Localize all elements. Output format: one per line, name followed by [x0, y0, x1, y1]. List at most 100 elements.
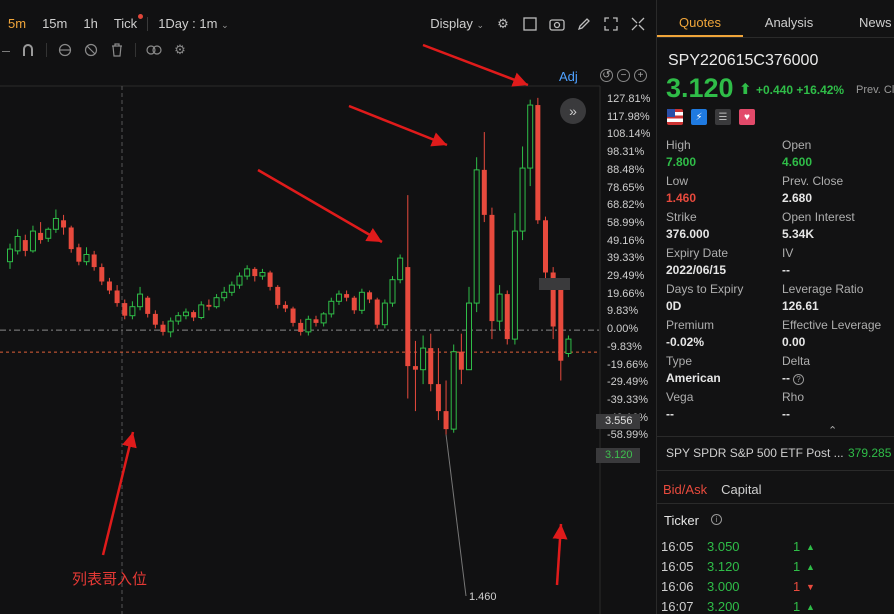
pencil-icon[interactable]: [576, 16, 592, 32]
candle-body: [511, 230, 518, 340]
line-tool-icon[interactable]: —: [2, 42, 10, 58]
field-label: Delta: [782, 354, 811, 368]
tab-news[interactable]: News: [835, 10, 894, 37]
interval-tick-label: Tick: [113, 16, 138, 31]
trash-icon[interactable]: [109, 42, 125, 58]
tab-bid-ask[interactable]: Bid/Ask: [663, 482, 707, 497]
interval-5m[interactable]: 5m: [0, 13, 34, 35]
magnet-icon[interactable]: [20, 42, 36, 58]
ticker-row: 16:06 3.000 1 ▼: [661, 579, 893, 599]
drawing-settings-icon[interactable]: ⚙: [172, 42, 188, 58]
candlestick-chart[interactable]: [0, 0, 656, 614]
heart-icon[interactable]: ♥: [739, 109, 755, 125]
field-value: -0.02%: [666, 335, 704, 349]
y-tick-label: 98.31%: [607, 146, 645, 159]
tick-qty: 1: [793, 539, 801, 554]
interval-1h[interactable]: 1h: [75, 13, 105, 35]
field-value: --: [782, 263, 790, 277]
tick-time: 16:06: [661, 579, 694, 594]
field-value-text: 1.460: [666, 191, 697, 205]
candle-body: [466, 302, 472, 371]
field-value-text: -0.02%: [666, 335, 705, 349]
candle-body: [7, 248, 13, 263]
display-menu-label: Display: [430, 16, 473, 31]
field-value: 0.00: [782, 335, 805, 349]
candle-body: [367, 292, 373, 300]
field-value: 4.600: [782, 155, 812, 169]
field-value-text: 7.800: [666, 155, 697, 169]
underlying-price: 379.285: [848, 446, 892, 460]
interval-15m[interactable]: 15m: [34, 13, 75, 35]
candle-body: [29, 230, 36, 252]
candle-body: [91, 254, 97, 268]
annotation-arrow: [257, 168, 383, 244]
zoom-controls: ↺ − +: [600, 69, 647, 82]
expand-icon[interactable]: [630, 16, 646, 32]
candle-body: [45, 228, 52, 239]
candle-body: [558, 285, 564, 361]
candle-body: [443, 411, 449, 430]
candle-body: [191, 312, 197, 318]
candle-body: [76, 247, 82, 262]
document-icon[interactable]: ☰: [715, 109, 731, 125]
candle-body: [244, 268, 251, 277]
field-value-text: --: [666, 407, 674, 421]
link-icon[interactable]: [146, 42, 162, 58]
field-value: 1.460: [666, 191, 696, 205]
candle-body: [565, 338, 572, 355]
candle-body: [351, 297, 357, 311]
reset-icon[interactable]: ↺: [600, 69, 613, 82]
field-label: Effective Leverage: [782, 318, 882, 332]
fullscreen-icon[interactable]: [603, 16, 619, 32]
field-value: 5.34K: [782, 227, 814, 241]
camera-icon[interactable]: [549, 16, 565, 32]
candle-body: [106, 281, 112, 291]
field-label: Premium: [666, 318, 715, 332]
toolbar-divider: [135, 43, 136, 57]
eye-icon[interactable]: [57, 42, 73, 58]
info-icon[interactable]: ?: [793, 374, 804, 385]
candle-body: [489, 214, 495, 322]
fast-forward-icon[interactable]: »: [560, 98, 586, 124]
crosshair-price-box: [539, 278, 570, 290]
candle-body: [412, 366, 418, 370]
divider: [657, 436, 894, 437]
settings-gear-icon[interactable]: ⚙: [495, 16, 511, 32]
adj-toggle[interactable]: Adj: [559, 69, 578, 84]
divider: [657, 503, 894, 504]
y-tick-label: 88.48%: [607, 163, 645, 176]
interval-tick[interactable]: Tick: [106, 13, 145, 35]
candle-body: [99, 267, 105, 282]
candle-body: [405, 267, 411, 367]
tab-quotes[interactable]: Quotes: [657, 10, 743, 37]
range-select[interactable]: 1Day : 1m ⌄: [150, 13, 236, 35]
candle-body: [358, 291, 365, 311]
y-tick-label: -39.33%: [607, 393, 648, 406]
lightning-icon[interactable]: ⚡: [691, 109, 707, 125]
tick-price: 3.120: [707, 559, 740, 574]
field-value-text: --: [782, 371, 790, 385]
tab-analysis[interactable]: Analysis: [743, 10, 835, 37]
y-tick-label: -9.83%: [607, 340, 642, 353]
layout-square-icon[interactable]: [522, 16, 538, 32]
tick-qty: 1: [793, 599, 801, 614]
y-tick-label: 68.82%: [607, 199, 645, 212]
underlying-name[interactable]: SPY SPDR S&P 500 ETF Post ...: [666, 446, 844, 460]
info-icon[interactable]: i: [711, 514, 722, 525]
tab-capital[interactable]: Capital: [721, 482, 761, 497]
candle-body: [160, 324, 166, 332]
candle-body: [389, 279, 396, 304]
field-value-text: American: [666, 371, 721, 385]
candle-body: [298, 322, 304, 332]
field-label: Rho: [782, 390, 805, 404]
candle-body: [228, 284, 235, 293]
tick-price: 3.200: [707, 599, 740, 614]
badges-row: ⚡ ☰ ♥: [667, 109, 755, 125]
candle-body: [275, 286, 281, 305]
us-flag-icon: [667, 109, 683, 125]
hide-icon[interactable]: [83, 42, 99, 58]
zoom-out-icon[interactable]: −: [617, 69, 630, 82]
zoom-in-icon[interactable]: +: [634, 69, 647, 82]
candle-body: [267, 272, 273, 287]
display-menu[interactable]: Display ⌄: [430, 13, 484, 35]
